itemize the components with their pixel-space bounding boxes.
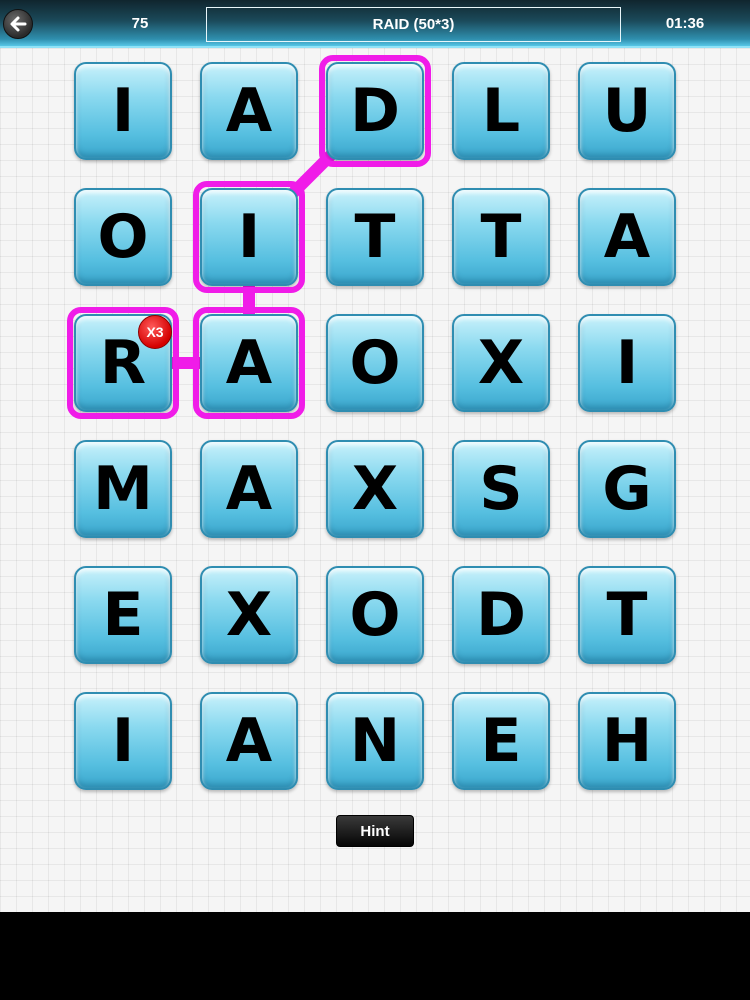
- letter-tile[interactable]: O: [74, 188, 172, 286]
- letter-tile[interactable]: E: [74, 566, 172, 664]
- tile-letter: O: [349, 580, 401, 650]
- tile-letter: E: [102, 580, 144, 650]
- tile-letter: G: [602, 454, 652, 524]
- arrow-left-icon: [10, 16, 27, 32]
- letter-tile[interactable]: O: [326, 314, 424, 412]
- letter-tile[interactable]: M: [74, 440, 172, 538]
- tile-letter: E: [480, 706, 522, 776]
- letter-tile[interactable]: X: [452, 314, 550, 412]
- letter-tile[interactable]: X: [200, 566, 298, 664]
- letter-tile[interactable]: T: [578, 566, 676, 664]
- letter-tile[interactable]: A: [200, 314, 298, 412]
- game-board: I A D L U O I T T A R A O X I M A X S G E X O D T I A N E H X3 Hint: [0, 48, 750, 912]
- letter-tile[interactable]: I: [74, 62, 172, 160]
- tile-letter: T: [606, 580, 648, 650]
- tile-letter: O: [349, 328, 401, 398]
- hint-button[interactable]: Hint: [336, 815, 414, 847]
- timer-value: 01:36: [665, 15, 705, 32]
- tile-letter: I: [111, 706, 135, 776]
- letter-tile[interactable]: G: [578, 440, 676, 538]
- tile-letter: A: [603, 202, 651, 272]
- letter-tile[interactable]: L: [452, 62, 550, 160]
- letter-tile[interactable]: I: [74, 692, 172, 790]
- tile-letter: A: [225, 454, 273, 524]
- tile-letter: O: [97, 202, 149, 272]
- tile-letter: X: [477, 328, 525, 398]
- letter-tile[interactable]: H: [578, 692, 676, 790]
- tile-letter: X: [351, 454, 399, 524]
- tile-letter: I: [615, 328, 639, 398]
- letter-tile[interactable]: D: [452, 566, 550, 664]
- letter-tile[interactable]: A: [200, 62, 298, 160]
- letter-tile[interactable]: E: [452, 692, 550, 790]
- tile-letter: I: [237, 202, 261, 272]
- tile-letter: A: [225, 76, 273, 146]
- letter-tile[interactable]: I: [578, 314, 676, 412]
- tile-letter: H: [601, 706, 653, 776]
- top-bar: 75 RAID (50*3) 01:36: [0, 0, 750, 48]
- letter-tile[interactable]: S: [452, 440, 550, 538]
- tile-letter: M: [93, 454, 153, 524]
- tile-letter: U: [602, 76, 652, 146]
- current-word-display: RAID (50*3): [206, 7, 621, 42]
- tile-letter: T: [480, 202, 522, 272]
- tile-letter: S: [479, 454, 523, 524]
- letter-tile[interactable]: T: [326, 188, 424, 286]
- letter-tile[interactable]: A: [200, 692, 298, 790]
- tile-letter: N: [349, 706, 401, 776]
- letter-tile[interactable]: D: [326, 62, 424, 160]
- letter-tile[interactable]: I: [200, 188, 298, 286]
- tile-letter: T: [354, 202, 396, 272]
- multiplier-badge: X3: [138, 315, 172, 349]
- bottom-bar: [0, 912, 750, 1000]
- back-button[interactable]: [3, 9, 33, 39]
- tile-letter: A: [225, 328, 273, 398]
- letter-tile[interactable]: O: [326, 566, 424, 664]
- letter-tile[interactable]: X: [326, 440, 424, 538]
- tile-letter: X: [225, 580, 273, 650]
- letter-tile[interactable]: U: [578, 62, 676, 160]
- letter-tile[interactable]: T: [452, 188, 550, 286]
- letter-tile[interactable]: A: [200, 440, 298, 538]
- tile-letter: D: [350, 76, 400, 146]
- tile-letter: R: [99, 328, 147, 398]
- letter-tile[interactable]: A: [578, 188, 676, 286]
- letter-tile[interactable]: N: [326, 692, 424, 790]
- tile-letter: D: [476, 580, 526, 650]
- tile-letter: A: [225, 706, 273, 776]
- tile-letter: I: [111, 76, 135, 146]
- tile-letter: L: [481, 76, 521, 146]
- score-value: 75: [131, 15, 149, 32]
